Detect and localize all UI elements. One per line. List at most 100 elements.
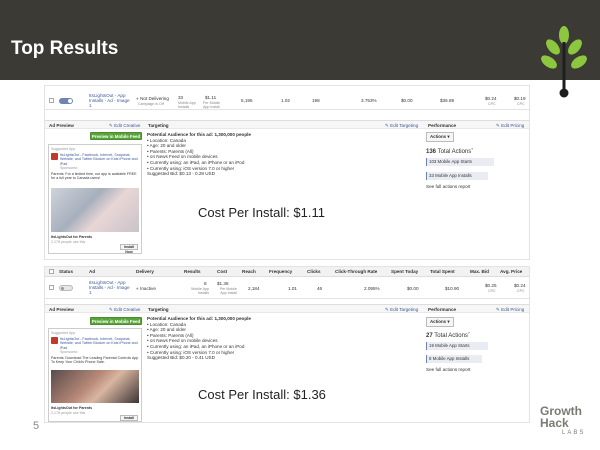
slide-number: 5 bbox=[33, 420, 40, 432]
full-actions-report-link[interactable]: See full actions report bbox=[426, 367, 470, 372]
ad-body-text: Parents: For a limited time, our app is … bbox=[51, 172, 137, 181]
preview-mobile-feed-button[interactable]: Preview in Mobile Feed bbox=[90, 317, 142, 325]
total-actions: 136 Total Actions? bbox=[426, 147, 473, 155]
status-toggle[interactable] bbox=[59, 285, 73, 291]
targeting-list: Location: Canada Age: 20 and older Paren… bbox=[147, 322, 377, 356]
cost-value: $1.36 bbox=[217, 281, 229, 286]
status-toggle[interactable] bbox=[59, 98, 73, 104]
ad-image bbox=[51, 370, 139, 403]
slide-title: Top Results bbox=[11, 38, 119, 59]
select-all-checkbox[interactable] bbox=[49, 269, 54, 274]
growth-hack-labs-logo: Growth Hack LABS bbox=[540, 405, 598, 436]
install-now-button[interactable]: Install Now bbox=[120, 415, 138, 421]
app-users: 2,178 people use this bbox=[51, 411, 86, 415]
header-status[interactable]: Status bbox=[59, 269, 73, 274]
edit-targeting-link[interactable]: ✎ Edit Targeting bbox=[385, 307, 418, 313]
ad-preview-heading: Ad Preview bbox=[49, 123, 74, 128]
frequency-value: 1.01 bbox=[288, 286, 297, 291]
edit-pricing-link[interactable]: ✎ Edit Pricing bbox=[496, 307, 524, 313]
row-checkbox[interactable] bbox=[49, 98, 54, 103]
header-avg-price[interactable]: Avg. Price bbox=[500, 269, 522, 274]
targeting-list: Location: Canada Age: 20 and older Paren… bbox=[147, 138, 377, 172]
ad-body-text: Parents: Download The Leading Parental C… bbox=[51, 356, 139, 365]
header-frequency[interactable]: Frequency bbox=[269, 269, 292, 274]
app-name: ItsLightsOut for Parents bbox=[51, 235, 93, 239]
header-ad[interactable]: Ad bbox=[89, 269, 95, 274]
max-bid-sub: CPC bbox=[488, 102, 496, 106]
total-actions-label: Total Actions bbox=[434, 333, 468, 339]
total-actions-count: 136 bbox=[426, 149, 437, 155]
ad-row: ItsLightsOut - App Installs - Ad - Image… bbox=[45, 92, 529, 110]
header-spent-today[interactable]: Spent Today bbox=[391, 269, 418, 274]
results-value: 33 bbox=[178, 95, 184, 100]
results-value: 8 bbox=[204, 281, 207, 286]
actions-dropdown[interactable]: Actions ▾ bbox=[426, 317, 454, 327]
delivery-status: ● Not Delivering bbox=[136, 96, 169, 101]
row-checkbox[interactable] bbox=[49, 285, 54, 290]
spent-today-value: $0.00 bbox=[407, 286, 419, 291]
header-ctr[interactable]: Click-Through Rate bbox=[335, 269, 377, 274]
header-total-spent[interactable]: Total Spent bbox=[430, 269, 455, 274]
app-name: ItsLightsOut for Parents bbox=[51, 406, 93, 410]
suggested-app-label: Suggested App bbox=[51, 331, 76, 335]
sprout-logo-icon bbox=[541, 26, 587, 98]
page-name: ItsLightsOut - Facebook, Internet, Snapc… bbox=[60, 337, 138, 350]
suggested-bid: Suggested Bid: $0.20 - 0.41 USD bbox=[147, 355, 215, 361]
header-clicks[interactable]: Clicks bbox=[307, 269, 321, 274]
ad-report-screenshot-1: ItsLightsOut - App Installs - Ad - Image… bbox=[44, 85, 530, 260]
actions-dropdown[interactable]: Actions ▾ bbox=[426, 132, 454, 142]
delivery-status-text: Inactive bbox=[140, 286, 156, 291]
ad-preview-mock: Suggested App ItsLightsOut - Facebook, I… bbox=[48, 144, 142, 254]
full-actions-report-link[interactable]: See full actions report bbox=[426, 184, 470, 189]
spent-today-value: $0.00 bbox=[401, 98, 413, 103]
reach-value: 5,195 bbox=[241, 98, 253, 103]
app-users: 2,178 people use this bbox=[51, 240, 86, 244]
edit-pricing-link[interactable]: ✎ Edit Pricing bbox=[496, 123, 524, 129]
max-bid-value: $0.24 bbox=[485, 96, 497, 101]
section-header-bar: Ad Preview ✎ Edit Creative Targeting ✎ E… bbox=[45, 304, 529, 313]
header-delivery[interactable]: Delivery bbox=[136, 269, 154, 274]
targeting-heading: Targeting bbox=[148, 123, 169, 128]
ad-name-link[interactable]: ItsLightsOut - App Installs - Ad - Image… bbox=[89, 280, 133, 295]
ctr-value: 3.753% bbox=[361, 98, 377, 103]
clicks-value: 198 bbox=[312, 98, 320, 103]
header-reach[interactable]: Reach bbox=[242, 269, 256, 274]
total-spent-value: $36.89 bbox=[440, 98, 455, 103]
brand-line-2: Hack bbox=[540, 416, 569, 430]
ad-preview-mock: Suggested App ItsLightsOut - Facebook, I… bbox=[48, 328, 142, 422]
results-sub: Mobile App Installs bbox=[191, 287, 209, 295]
install-now-button[interactable]: Install Now bbox=[120, 244, 138, 253]
targeting-details: Potential Audience for this ad: 1,300,00… bbox=[147, 132, 377, 177]
avg-price-sub: CPC bbox=[517, 102, 525, 106]
edit-targeting-link[interactable]: ✎ Edit Targeting bbox=[385, 123, 418, 129]
header-results[interactable]: Results bbox=[184, 269, 201, 274]
title-bar: Top Results bbox=[0, 0, 600, 80]
ad-name-link[interactable]: ItsLightsOut - App Installs - Ad - Image… bbox=[89, 93, 133, 108]
metric-app-installs: 8 Mobile App Installs bbox=[426, 355, 482, 363]
max-bid-value: $0.25 bbox=[485, 283, 497, 288]
preview-mobile-feed-button[interactable]: Preview in Mobile Feed bbox=[90, 132, 142, 140]
clicks-value: 46 bbox=[317, 286, 323, 291]
suggested-app-label: Suggested App bbox=[51, 147, 76, 151]
ctr-value: 2.095% bbox=[364, 286, 380, 291]
avg-price-value: $0.19 bbox=[514, 96, 526, 101]
ad-row: ItsLightsOut - App Installs - Ad - Image… bbox=[45, 278, 529, 299]
ad-image bbox=[51, 188, 139, 232]
suggested-bid: Suggested Bid: $0.13 - 0.28 USD bbox=[147, 171, 215, 177]
total-actions: 27 Total Actions? bbox=[426, 331, 470, 339]
header-max-bid[interactable]: Max. Bid bbox=[470, 269, 489, 274]
edit-creative-link[interactable]: ✎ Edit Creative bbox=[109, 123, 140, 129]
metric-app-installs: 33 Mobile App Installs bbox=[426, 172, 488, 180]
results-sub: Mobile App Installs bbox=[178, 101, 196, 109]
sponsored-label: Sponsored bbox=[60, 350, 78, 354]
page-name: ItsLightsOut - Facebook, Internet, Snapc… bbox=[60, 153, 138, 166]
metric-app-starts: 19 Mobile App Starts bbox=[426, 342, 488, 350]
delivery-sub: Campaign is Off bbox=[138, 102, 164, 106]
sponsored-label: Sponsored bbox=[60, 166, 78, 170]
header-cost[interactable]: Cost bbox=[217, 269, 227, 274]
brand-line-3: LABS bbox=[562, 430, 586, 436]
reach-value: 2,184 bbox=[248, 286, 260, 291]
app-icon bbox=[51, 337, 58, 344]
total-actions-count: 27 bbox=[426, 333, 433, 339]
edit-creative-link[interactable]: ✎ Edit Creative bbox=[109, 307, 140, 313]
